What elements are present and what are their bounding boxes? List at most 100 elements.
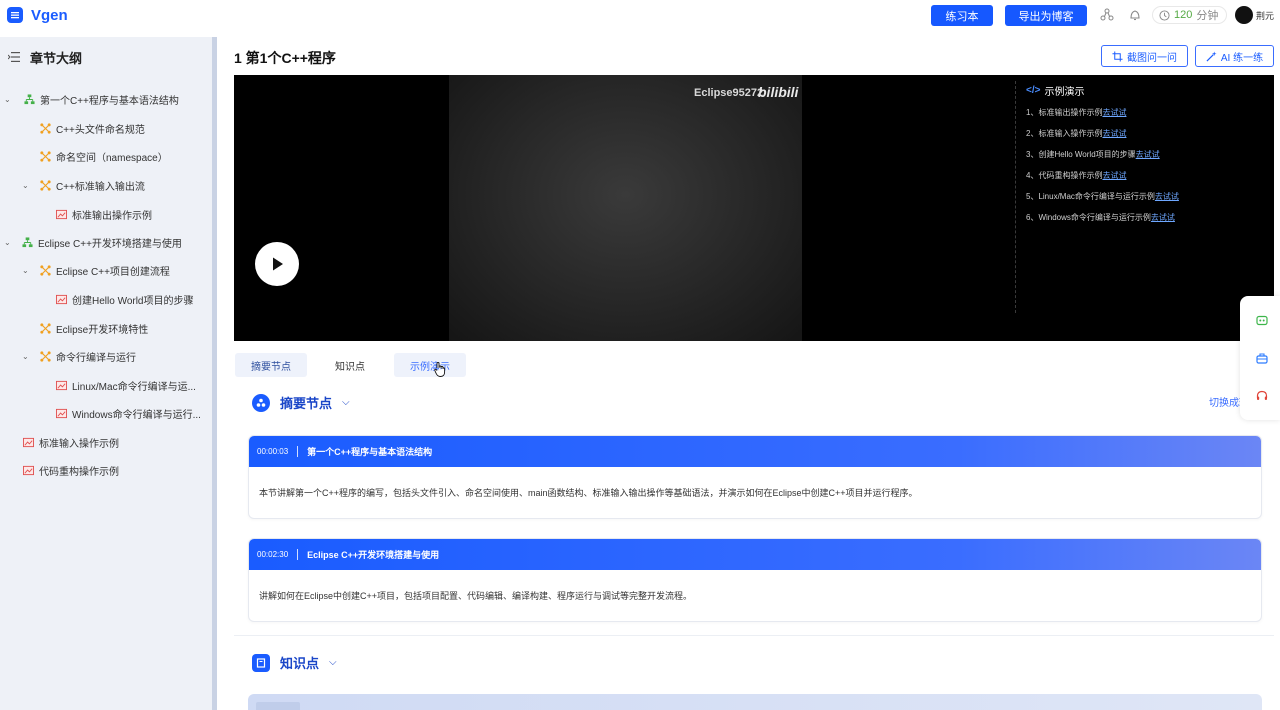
chevron-down-icon[interactable]: ⌄	[22, 266, 29, 275]
sidebar-item-cli-compile[interactable]: ⌄ 命令行编译与运行	[22, 348, 136, 364]
tab-knowledge[interactable]: 知识点	[317, 353, 383, 377]
knowledge-section-title: 知识点	[280, 656, 320, 671]
ai-practice-button[interactable]: AI 练一练	[1195, 45, 1274, 67]
sidebar-item-namespace[interactable]: 命名空间（namespace）	[40, 148, 168, 164]
section-divider	[234, 635, 1274, 636]
demo-image-icon	[56, 380, 67, 390]
bell-icon[interactable]	[1128, 8, 1142, 22]
knowledge-section-header[interactable]: 知识点 ⌵	[252, 653, 337, 672]
bilibili-logo: bilibili	[758, 84, 799, 100]
knowledge-node-icon	[40, 150, 51, 162]
video-divider	[1015, 81, 1016, 313]
sidebar-item-header-naming[interactable]: C++头文件命名规范	[40, 120, 145, 136]
timer-value: 120	[1174, 9, 1193, 21]
separator	[297, 446, 299, 457]
summary-card[interactable]: 00:00:03 第一个C++程序与基本语法结构 本节讲解第一个C++程序的编写…	[248, 435, 1262, 519]
demo-list-item: 6、Windows命令行编译与运行示例去试试	[1026, 213, 1175, 222]
sidebar-item-label: Linux/Mac命令行编译与运...	[72, 381, 196, 393]
chevron-down-icon[interactable]: ⌄	[4, 238, 11, 247]
try-it-link[interactable]: 去试试	[1151, 213, 1175, 222]
demo-list-item: 4、代码重构操作示例去试试	[1026, 171, 1127, 180]
collapse-sidebar-icon[interactable]	[8, 52, 20, 62]
summary-card-title: Eclipse C++开发环境搭建与使用	[307, 550, 440, 560]
chevron-down-icon[interactable]: ⌄	[22, 352, 29, 361]
summary-card-header: 00:02:30 Eclipse C++开发环境搭建与使用	[249, 539, 1261, 570]
sidebar-item-eclipse-features[interactable]: Eclipse开发环境特性	[40, 320, 148, 336]
video-watermark: Eclipse95272	[694, 87, 764, 99]
book-icon	[252, 653, 270, 672]
knowledge-node-icon	[40, 264, 51, 276]
app-menu-icon[interactable]	[7, 7, 23, 23]
demo-list-item: 2、标准输入操作示例去试试	[1026, 129, 1127, 138]
video-frame	[449, 75, 802, 341]
sidebar-resize-handle[interactable]	[212, 37, 217, 710]
try-it-link[interactable]: 去试试	[1102, 171, 1126, 180]
sidebar-item-chapter-1[interactable]: ⌄ 第一个C++程序与基本语法结构	[4, 91, 179, 107]
sidebar-item-stdout-demo[interactable]: 标准输出操作示例	[56, 206, 152, 222]
summary-card[interactable]: 00:02:30 Eclipse C++开发环境搭建与使用 讲解如何在Eclip…	[248, 538, 1262, 622]
magic-wand-icon	[1206, 50, 1217, 62]
summary-icon	[252, 393, 270, 412]
summary-card-body: 本节讲解第一个C++程序的编写，包括头文件引入、命名空间使用、main函数结构、…	[259, 488, 918, 498]
demo-image-icon	[23, 465, 34, 475]
robot-icon[interactable]	[1256, 314, 1268, 326]
sidebar-item-io-stream[interactable]: ⌄ C++标准输入输出流	[22, 177, 145, 193]
video-player[interactable]: Eclipse95272 bilibili </> 示例演示 1、标准输出操作示…	[234, 75, 1274, 341]
knowledge-node-icon	[40, 350, 51, 362]
chevron-down-icon[interactable]: ⌄	[22, 181, 29, 190]
tree-structure-icon	[24, 93, 35, 104]
sidebar-item-label: C++标准输入输出流	[56, 181, 145, 193]
user-name[interactable]: 荆元	[1256, 9, 1274, 22]
separator	[297, 549, 299, 560]
share-icon[interactable]	[1100, 8, 1114, 22]
screenshot-ask-button[interactable]: 截图问一问	[1101, 45, 1188, 67]
sidebar-item-project-create[interactable]: ⌄ Eclipse C++项目创建流程	[22, 262, 170, 278]
screenshot-icon	[1112, 50, 1123, 62]
knowledge-card-partial[interactable]	[248, 694, 1262, 710]
sidebar-item-label: Eclipse C++项目创建流程	[56, 266, 170, 278]
demo-list-item: 1、标准输出操作示例去试试	[1026, 108, 1127, 117]
sidebar-item-label: Eclipse C++开发环境搭建与使用	[38, 238, 182, 250]
try-it-link[interactable]: 去试试	[1102, 129, 1126, 138]
timestamp-placeholder	[256, 702, 300, 710]
tree-structure-icon	[22, 236, 33, 247]
demo-panel-header: </> 示例演示	[1026, 83, 1084, 98]
timestamp[interactable]: 00:00:03	[257, 447, 288, 456]
sidebar-item-refactor-demo[interactable]: 代码重构操作示例	[23, 462, 119, 478]
app-logo: Vgen	[31, 6, 68, 24]
summary-section-header[interactable]: 摘要节点 ⌵	[252, 393, 350, 412]
knowledge-node-icon	[40, 322, 51, 334]
chevron-down-icon[interactable]: ⌵	[329, 657, 337, 668]
demo-list-item: 5、Linux/Mac命令行编译与运行示例去试试	[1026, 192, 1179, 201]
demo-image-icon	[56, 294, 67, 304]
sidebar-item-label: 创建Hello World项目的步骤	[72, 295, 194, 307]
knowledge-node-icon	[40, 122, 51, 134]
try-it-link[interactable]: 去试试	[1155, 192, 1179, 201]
sidebar-item-label: 命令行编译与运行	[56, 352, 136, 364]
export-blog-button[interactable]: 导出为博客	[1005, 5, 1087, 26]
try-it-link[interactable]: 去试试	[1102, 108, 1126, 117]
tab-summary[interactable]: 摘要节点	[235, 353, 307, 377]
summary-card-title: 第一个C++程序与基本语法结构	[307, 447, 433, 457]
headset-icon[interactable]	[1256, 390, 1268, 402]
timestamp[interactable]: 00:02:30	[257, 550, 288, 559]
sidebar-item-windows[interactable]: Windows命令行编译与运行...	[56, 405, 201, 421]
sidebar-item-label: 命名空间（namespace）	[56, 152, 168, 164]
sidebar-item-chapter-2[interactable]: ⌄ Eclipse C++开发环境搭建与使用	[4, 234, 182, 250]
chevron-down-icon[interactable]: ⌄	[4, 95, 11, 104]
practice-button[interactable]: 练习本	[931, 5, 993, 26]
toolbox-icon[interactable]	[1256, 352, 1268, 364]
avatar[interactable]	[1235, 6, 1253, 24]
demo-image-icon	[56, 209, 67, 219]
play-button[interactable]	[255, 242, 299, 286]
sidebar-title: 章节大纲	[30, 50, 83, 66]
ai-practice-label: AI 练一练	[1220, 52, 1264, 64]
sidebar-item-linux-mac[interactable]: Linux/Mac命令行编译与运...	[56, 377, 196, 393]
sidebar-item-stdin-demo[interactable]: 标准输入操作示例	[23, 434, 119, 450]
tab-demo[interactable]: 示例演示	[394, 353, 466, 377]
sidebar	[0, 37, 212, 710]
sidebar-item-hello-world[interactable]: 创建Hello World项目的步骤	[56, 291, 194, 307]
chevron-down-icon[interactable]: ⌵	[342, 397, 350, 408]
page-title: 1 第1个C++程序	[234, 50, 336, 66]
try-it-link[interactable]: 去试试	[1136, 150, 1160, 159]
